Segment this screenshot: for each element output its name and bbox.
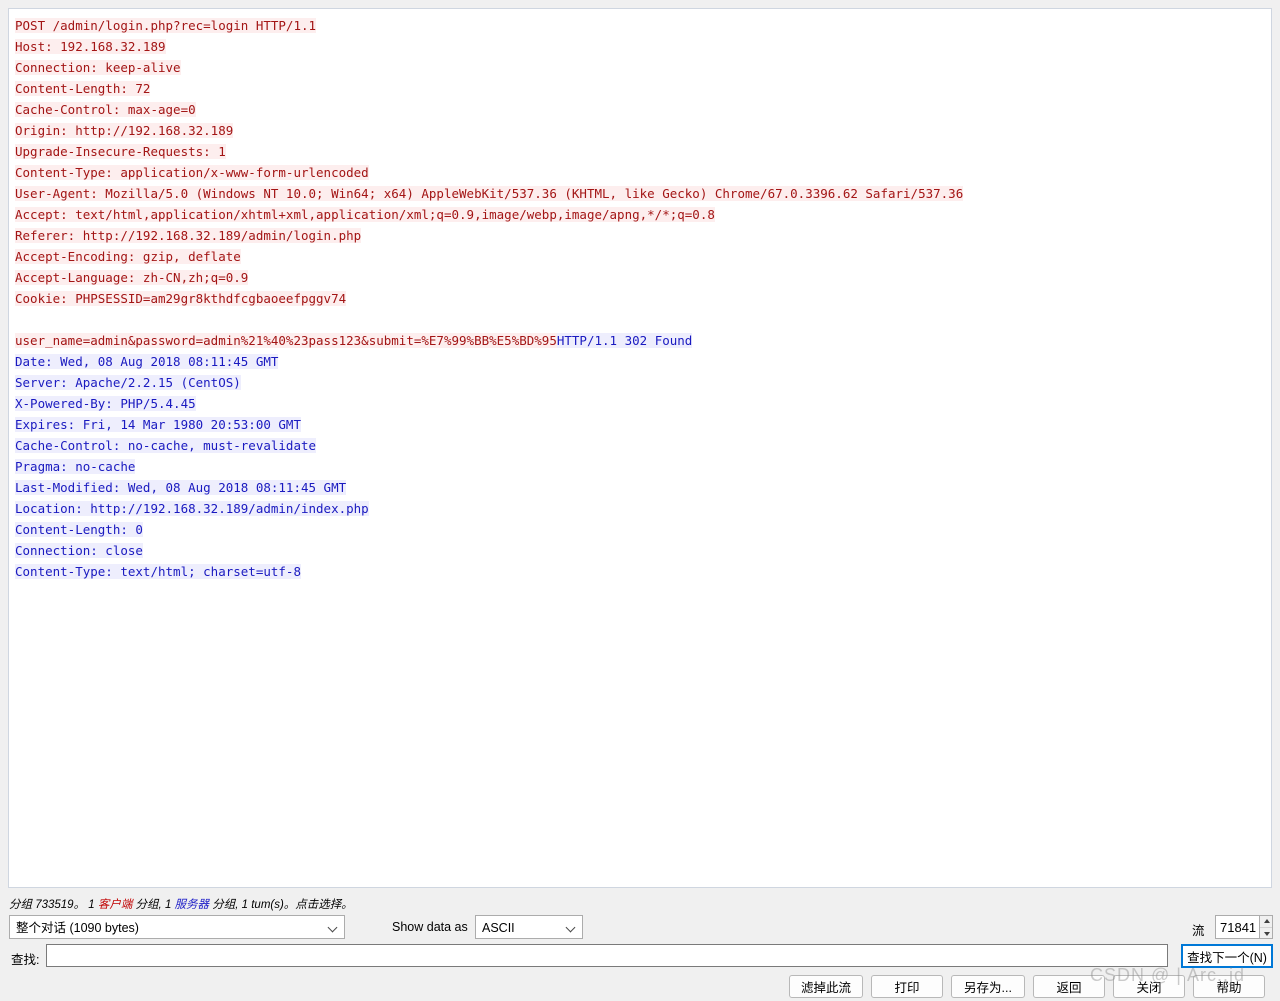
stream-line-request: Referer: http://192.168.32.189/admin/log… <box>15 225 1271 246</box>
stream-line-response: Last-Modified: Wed, 08 Aug 2018 08:11:45… <box>15 477 1271 498</box>
status-suffix: 分组, 1 tum(s)。点击选择。 <box>209 899 353 911</box>
stream-line-post-body: user_name=admin&password=admin%21%40%23p… <box>15 330 1271 351</box>
stream-line-request: Origin: http://192.168.32.189 <box>15 120 1271 141</box>
stepper-down-icon[interactable] <box>1260 926 1272 939</box>
status-server-word: 服务器 <box>174 899 210 911</box>
back-button[interactable]: 返回 <box>1033 975 1105 998</box>
request-text: Content-Type: application/x-www-form-url… <box>15 165 369 180</box>
conversation-select[interactable]: 整个对话 (1090 bytes) <box>9 915 345 939</box>
data-format-select[interactable]: ASCII <box>475 915 583 939</box>
stream-line-response: X-Powered-By: PHP/5.4.45 <box>15 393 1271 414</box>
stream-line-response: Location: http://192.168.32.189/admin/in… <box>15 498 1271 519</box>
close-button[interactable]: 关闭 <box>1113 975 1185 998</box>
response-text: Date: Wed, 08 Aug 2018 08:11:45 GMT <box>15 354 279 369</box>
response-text: Server: Apache/2.2.15 (CentOS) <box>15 375 241 390</box>
response-text: Last-Modified: Wed, 08 Aug 2018 08:11:45… <box>15 480 347 495</box>
request-text: Accept-Encoding: gzip, deflate <box>15 249 241 264</box>
stream-number-value[interactable]: 71841 <box>1216 916 1259 938</box>
request-text: Accept: text/html,application/xhtml+xml,… <box>15 207 715 222</box>
request-text: Accept-Language: zh-CN,zh;q=0.9 <box>15 270 249 285</box>
response-text: Expires: Fri, 14 Mar 1980 20:53:00 GMT <box>15 417 301 432</box>
save-as-button[interactable]: 另存为... <box>951 975 1025 998</box>
stream-line-request: Content-Type: application/x-www-form-url… <box>15 162 1271 183</box>
stream-line-request: Cookie: PHPSESSID=am29gr8kthdfcgbaoeefpg… <box>15 288 1271 309</box>
response-status-text: HTTP/1.1 302 Found <box>556 333 693 348</box>
stream-line-response: Connection: close <box>15 540 1271 561</box>
stream-line-response: Content-Length: 0 <box>15 519 1271 540</box>
stream-line-response: Content-Type: text/html; charset=utf-8 <box>15 561 1271 582</box>
stream-line-request: Accept-Encoding: gzip, deflate <box>15 246 1271 267</box>
print-button[interactable]: 打印 <box>871 975 943 998</box>
stream-line-request: Cache-Control: max-age=0 <box>15 99 1271 120</box>
stream-stepper-buttons[interactable] <box>1259 916 1272 938</box>
response-text: X-Powered-By: PHP/5.4.45 <box>15 396 196 411</box>
stream-line-response: Date: Wed, 08 Aug 2018 08:11:45 GMT <box>15 351 1271 372</box>
request-text: Host: 192.168.32.189 <box>15 39 166 54</box>
show-data-as-label: Show data as <box>392 920 468 934</box>
stream-line-response: Expires: Fri, 14 Mar 1980 20:53:00 GMT <box>15 414 1271 435</box>
request-text: Cache-Control: max-age=0 <box>15 102 196 117</box>
find-input[interactable] <box>46 944 1168 967</box>
response-text: Location: http://192.168.32.189/admin/in… <box>15 501 369 516</box>
stream-line-request: Upgrade-Insecure-Requests: 1 <box>15 141 1271 162</box>
stream-line-request: Accept-Language: zh-CN,zh;q=0.9 <box>15 267 1271 288</box>
response-text: Cache-Control: no-cache, must-revalidate <box>15 438 317 453</box>
status-prefix: 分组 733519。 1 <box>9 899 98 911</box>
data-format-select-wrap[interactable]: ASCII <box>475 915 583 939</box>
request-text: Referer: http://192.168.32.189/admin/log… <box>15 228 362 243</box>
stream-number-stepper[interactable]: 71841 <box>1215 915 1273 939</box>
help-button[interactable]: 帮助 <box>1193 975 1265 998</box>
filter-out-stream-button[interactable]: 滤掉此流 <box>789 975 863 998</box>
find-next-button[interactable]: 查找下一个(N) <box>1181 944 1273 968</box>
find-label: 查找: <box>11 953 40 967</box>
stream-line-request: Content-Length: 72 <box>15 78 1271 99</box>
stepper-up-icon[interactable] <box>1260 916 1272 927</box>
stream-text[interactable]: POST /admin/login.php?rec=login HTTP/1.1… <box>9 9 1271 582</box>
response-text: Pragma: no-cache <box>15 459 136 474</box>
stream-line-request: Connection: keep-alive <box>15 57 1271 78</box>
stream-blank-line <box>15 309 1271 330</box>
stream-line-request: POST /admin/login.php?rec=login HTTP/1.1 <box>15 15 1271 36</box>
request-text: Content-Length: 72 <box>15 81 151 96</box>
stream-content-panel[interactable]: POST /admin/login.php?rec=login HTTP/1.1… <box>8 8 1272 888</box>
conversation-select-wrap[interactable]: 整个对话 (1090 bytes) <box>9 915 345 939</box>
stream-line-response: Pragma: no-cache <box>15 456 1271 477</box>
stream-line-response: Server: Apache/2.2.15 (CentOS) <box>15 372 1271 393</box>
stream-number-label: 流 <box>1192 924 1205 938</box>
status-middle: 分组, 1 <box>132 899 175 911</box>
stream-line-request: Host: 192.168.32.189 <box>15 36 1271 57</box>
response-text: Content-Type: text/html; charset=utf-8 <box>15 564 301 579</box>
stream-line-request: Accept: text/html,application/xhtml+xml,… <box>15 204 1271 225</box>
response-text: Content-Length: 0 <box>15 522 143 537</box>
post-body-text: user_name=admin&password=admin%21%40%23p… <box>15 333 557 348</box>
request-text: User-Agent: Mozilla/5.0 (Windows NT 10.0… <box>15 186 964 201</box>
stream-line-response: Cache-Control: no-cache, must-revalidate <box>15 435 1271 456</box>
stream-line-request: User-Agent: Mozilla/5.0 (Windows NT 10.0… <box>15 183 1271 204</box>
packet-status-line: 分组 733519。 1 客户端 分组, 1 服务器 分组, 1 tum(s)。… <box>9 896 353 912</box>
request-text: POST /admin/login.php?rec=login HTTP/1.1 <box>15 18 317 33</box>
request-text: Cookie: PHPSESSID=am29gr8kthdfcgbaoeefpg… <box>15 291 347 306</box>
response-text: Connection: close <box>15 543 143 558</box>
request-text: Origin: http://192.168.32.189 <box>15 123 234 138</box>
request-text: Upgrade-Insecure-Requests: 1 <box>15 144 226 159</box>
request-text: Connection: keep-alive <box>15 60 181 75</box>
status-client-word: 客户端 <box>97 899 133 911</box>
